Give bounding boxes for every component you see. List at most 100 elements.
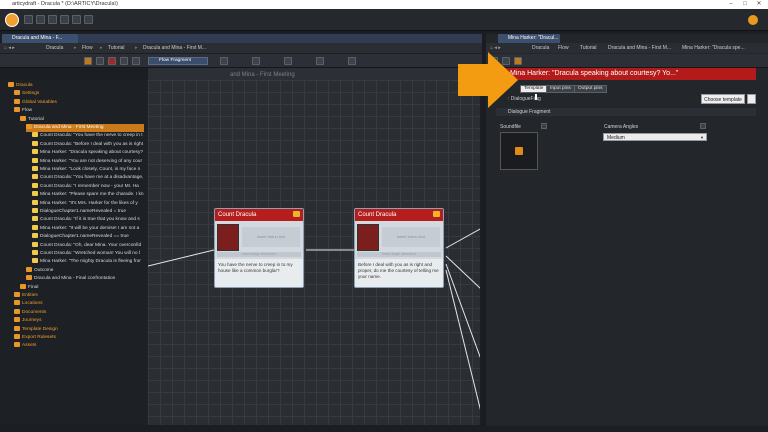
tree-item[interactable]: Entities	[14, 292, 38, 300]
tree-item[interactable]: Settings	[14, 90, 39, 98]
tree-item[interactable]: Count Dracula: "Wretched woman! You will…	[32, 250, 140, 258]
tree-item[interactable]: Mina Harker: "It will be your demise! I …	[32, 224, 140, 233]
tab-input-pins[interactable]: Input pins	[546, 85, 575, 93]
tree-item[interactable]: Mina Harker: "Look closely, Count, is my…	[32, 166, 140, 174]
node-dialogue-text[interactable]: Before I deal with you as is right and p…	[358, 262, 442, 280]
arrange-icon[interactable]	[316, 57, 324, 65]
tab-template[interactable]: Template	[520, 85, 548, 93]
settings-gear-icon[interactable]	[748, 15, 758, 25]
save-icon[interactable]	[24, 15, 33, 24]
dialogue-node[interactable]: Count Dracula Insert menu text Insert stag…	[354, 208, 444, 288]
breadcrumb-item[interactable]: Flow	[558, 43, 569, 53]
soundfile-label: Soundfile	[500, 124, 521, 130]
tab-mina-harker[interactable]: Mina Harker: "Dracul...	[498, 34, 560, 43]
tree-item-label: Mina Harker: "Please spare me the charad…	[40, 192, 144, 198]
tree-item[interactable]: Count Dracula: "If it is true that you k…	[32, 216, 140, 224]
tree-item[interactable]: Export Rulesets	[14, 334, 56, 342]
breadcrumb-item[interactable]: Tutorial	[108, 43, 125, 53]
tree-item[interactable]: Mina Harker: "The mighty Dracula is flee…	[32, 258, 141, 266]
node-menu-text[interactable]: Insert menu text	[382, 227, 440, 247]
choose-template-button[interactable]: Choose template	[701, 94, 745, 104]
undo-icon[interactable]	[48, 15, 57, 24]
template-extra-button[interactable]	[747, 94, 756, 104]
tree-item[interactable]: Count Dracula: "You have me at a disadva…	[32, 174, 143, 182]
comment-icon[interactable]	[293, 211, 300, 217]
minimize-icon[interactable]: –	[724, 0, 738, 9]
breadcrumb-item[interactable]: Flow	[82, 43, 93, 53]
tree-item[interactable]: Mina Harker: "Dracula speaking about cou…	[32, 149, 143, 157]
folder-icon	[14, 98, 20, 104]
tree-item[interactable]: Dracula and Mina - First Meeting	[26, 124, 144, 132]
tree-item[interactable]: Mina Harker: "It's Mrs. Harker for the l…	[32, 199, 138, 208]
breadcrumb-item[interactable]: Tutorial	[580, 43, 597, 53]
breadcrumb-item[interactable]: Dracula and Mina - First M...	[143, 43, 206, 53]
tree-item[interactable]: Mina Harker: "You are not deserving of a…	[32, 157, 142, 166]
tree-item[interactable]: Flow	[14, 107, 32, 115]
zoom-icon[interactable]	[96, 57, 104, 65]
tree-item[interactable]: Template Design	[14, 325, 58, 334]
redo-icon[interactable]	[60, 15, 69, 24]
tree-item-label: Mina Harker: "It will be your demise! I …	[40, 225, 140, 231]
tree-item[interactable]: Count Dracula: "Oh, dear Mina. Your over…	[32, 241, 141, 250]
comment-icon[interactable]	[433, 211, 440, 217]
flow-toolbar: Flow Fragment	[0, 54, 482, 68]
dialogue-fragment-icon	[32, 191, 38, 197]
tree-item[interactable]: Locations	[14, 300, 43, 308]
tree-item[interactable]: Tutorial	[20, 115, 44, 124]
save-all-icon[interactable]	[36, 15, 45, 24]
tree-item[interactable]: Count Dracula: "I remember now - your Mr…	[32, 182, 139, 191]
tree-item-label: Flow	[22, 108, 33, 114]
tree-item[interactable]: Dracula and Mina - Final confrontation	[26, 275, 115, 283]
refresh-icon[interactable]	[72, 15, 81, 24]
layout-icon[interactable]	[132, 57, 140, 65]
chevron-down-icon: ▼	[700, 135, 704, 140]
flow-canvas[interactable]: Count Dracula Insert menu text Insert stag…	[148, 80, 480, 425]
soundfile-menu-icon[interactable]	[541, 123, 547, 129]
breadcrumb-item[interactable]: Dracula	[46, 43, 63, 53]
breadcrumb-item[interactable]: Dracula	[532, 43, 549, 53]
tree-item[interactable]: Outcome	[26, 266, 53, 275]
tree-item-label: Global Variables	[22, 99, 57, 105]
flow-fragment-dropdown[interactable]: Flow Fragment	[148, 57, 208, 65]
node-stage-directions[interactable]: Insert stage directions	[357, 252, 441, 257]
tree-item[interactable]: DialogueChapter1.nameRevealed == true	[32, 233, 129, 241]
grid-icon[interactable]	[120, 57, 128, 65]
tree-item[interactable]: Count Dracula: "Before I deal with you a…	[32, 140, 143, 149]
list-icon[interactable]	[220, 57, 228, 65]
tree-item[interactable]: Final	[20, 283, 38, 292]
export-icon[interactable]	[348, 57, 356, 65]
tree-item[interactable]: Count Dracula: "You have the nerve to cr…	[32, 132, 143, 140]
dialogue-node[interactable]: Count Dracula Insert menu text Insert stag…	[214, 208, 304, 288]
help-icon[interactable]	[84, 15, 93, 24]
link-icon[interactable]	[84, 57, 92, 65]
tree-item[interactable]: DialogueChapter1.nameRevealed = true	[32, 208, 126, 216]
breadcrumb-separator: ▸	[135, 45, 138, 51]
tree-item[interactable]: Mina Harker: "Please spare me the charad…	[32, 191, 144, 199]
search-icon[interactable]	[252, 57, 260, 65]
node-stage-directions[interactable]: Insert stage directions	[217, 252, 301, 257]
breadcrumb-item[interactable]: Dracula and Mina - First M...	[608, 43, 671, 53]
tree-item[interactable]: Dracula	[8, 82, 33, 90]
node-dialogue-text[interactable]: You have the nerve to creep in to my hou…	[218, 262, 302, 274]
folder-icon	[14, 308, 20, 314]
breadcrumb-item[interactable]: Mina Harker: "Dracula spe...	[682, 43, 745, 53]
tab-output-pins[interactable]: Output pins	[574, 85, 607, 93]
dialogue-fragment-section-header[interactable]: Dialogue Fragment	[496, 108, 756, 116]
home-icon[interactable]: ⌂ ◂ ▸	[4, 43, 15, 53]
record-icon[interactable]	[108, 57, 116, 65]
maximize-icon[interactable]: □	[738, 0, 752, 9]
tree-item[interactable]: Documents	[14, 308, 46, 317]
camera-angles-dropdown[interactable]: Medium ▼	[603, 133, 707, 141]
camera-menu-icon[interactable]	[700, 123, 706, 129]
close-icon[interactable]: ✕	[752, 0, 766, 9]
tree-item[interactable]: Assets	[14, 342, 36, 350]
folder-icon	[14, 325, 20, 331]
tree-item[interactable]: Journeys	[14, 317, 41, 325]
tree-item-label: Mina Harker: "It's Mrs. Harker for the l…	[40, 200, 138, 206]
app-logo-icon[interactable]	[5, 13, 19, 27]
node-menu-text[interactable]: Insert menu text	[242, 227, 300, 247]
tab-dracula-and-mina[interactable]: Dracula and Mina - F...	[2, 34, 78, 43]
pin-icon[interactable]	[284, 57, 292, 65]
tree-item[interactable]: Global Variables	[14, 98, 57, 107]
soundfile-slot[interactable]	[500, 132, 538, 170]
